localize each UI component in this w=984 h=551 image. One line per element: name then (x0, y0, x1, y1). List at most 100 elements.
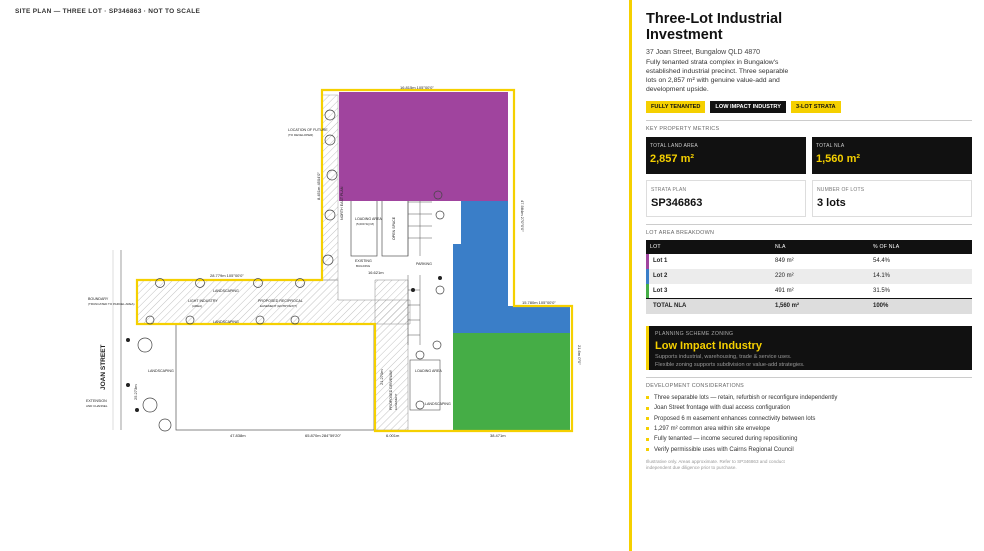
tag-row: FULLY TENANTED LOW IMPACT INDUSTRY 3-LOT… (646, 100, 972, 113)
parking-bays (407, 190, 432, 345)
metric-nla: TOTAL NLA 1,560 m² (812, 136, 972, 174)
tag-zoning: LOW IMPACT INDUSTRY (710, 100, 786, 113)
section-divider (646, 119, 972, 121)
zoning-line-1: Supports industrial, warehousing, trade … (655, 353, 792, 360)
label-loading-sub: (5,000 SQ M) (356, 222, 374, 226)
bullet-icon (646, 396, 649, 400)
table-header-row: LOT NLA % OF NLA (646, 239, 972, 254)
consideration-text: 1,297 m² common area within site envelop… (654, 425, 771, 432)
table-row: Lot 2 220 m² 14.1% (646, 268, 972, 284)
lot-3-area (453, 333, 570, 430)
label-easement: LIGHT INDUSTRY (188, 299, 218, 303)
label-west-note: BOUNDARY (88, 297, 109, 301)
open-space-block (175, 323, 375, 431)
label-open-space: OPEN SPACE (392, 216, 396, 240)
lots-heading: LOT AREA BREAKDOWN (646, 229, 715, 236)
bullet-icon (646, 406, 649, 410)
dim-vertical-left-up: 8.451m 4504'0" (316, 172, 321, 200)
dim-bottom-left: 47.838m (230, 433, 246, 438)
label-proposed-sub: EASEMENT (ENTRY/EXIT) (260, 304, 297, 308)
label-ext-1-sub: AND CHANNEL (86, 404, 108, 408)
bullet-icon (646, 427, 649, 431)
lot-2-swatch (646, 268, 649, 284)
label-loading: LOADING AREA (355, 217, 382, 221)
table-row: Lot 3 491 m² 31.5% (646, 283, 972, 299)
dim-bottom-mid: 65.870m 284°59'20" (305, 433, 342, 438)
street-label: JOAN STREET (100, 344, 107, 390)
bullet-icon (646, 417, 649, 421)
metric-value: 3 lots (817, 196, 846, 209)
col-nla: NLA (771, 239, 869, 254)
dim-east-lower: 21.6m 0°0" (577, 345, 582, 365)
dim-east-upper: 47.984m 270°0'0" (520, 200, 525, 232)
lot-1-swatch (646, 253, 649, 269)
label-top-note: LOCATION OF FUTURE (288, 128, 328, 132)
label-top-note-sub: (TO DEVELOPER) (288, 133, 313, 137)
label-easement-sub: (AREA) (192, 304, 202, 308)
label-west-note-sub: (TRUNCATED TO PARCEL AREA) (88, 302, 135, 306)
metric-strata-plan: STRATA PLAN SP346863 (646, 179, 806, 217)
bullet-icon (646, 437, 649, 441)
dim-right-step: 15.780m 105°00'0" (522, 300, 556, 305)
lot-breakdown-table: LOT NLA % OF NLA Lot 1 849 m² 54.4% Lot … (646, 239, 972, 314)
metrics-heading: KEY PROPERTY METRICS (646, 125, 720, 132)
lot-name: Lot 3 (653, 287, 668, 294)
list-item: Fully tenanted — income secured during r… (646, 434, 972, 444)
dim-inner: 16.621m (368, 270, 384, 275)
consideration-text: Fully tenanted — income secured during r… (654, 436, 798, 443)
zoning-label: PLANNING SCHEME ZONING (655, 330, 734, 337)
dim-left-north: 28.779m 105°00'0" (210, 273, 244, 278)
list-item: 1,297 m² common area within site envelop… (646, 424, 972, 434)
consideration-text: Joan Street frontage with dual access co… (654, 405, 791, 412)
metric-label: NUMBER OF LOTS (817, 186, 865, 193)
zoning-title: Low Impact Industry (655, 339, 762, 352)
property-description: Fully tenanted strata complex in Bungalo… (646, 58, 789, 94)
zoning-line-2: Flexible zoning supports subdivision or … (655, 361, 805, 368)
label-landscaping-2: LANDSCAPING (213, 320, 239, 324)
consideration-text: Proposed 6 m easement enhances connectiv… (654, 415, 816, 422)
list-item: Proposed 6 m easement enhances connectiv… (646, 413, 972, 423)
total-nla: 1,560 m² (771, 298, 869, 314)
lot-name: Lot 1 (653, 258, 668, 265)
total-label: TOTAL NLA (646, 298, 771, 314)
property-address: 37 Joan Street, Bungalow QLD 4870 (646, 48, 761, 56)
lot-pct: 14.1% (869, 268, 972, 284)
label-proposed: PROPOSED RECIPROCAL (258, 299, 303, 303)
page-title: Three-Lot Industrial Investment (646, 11, 783, 43)
tag-strata: 3-LOT STRATA (791, 100, 841, 113)
consideration-text: Verify permissible uses with Cairns Regi… (654, 446, 794, 453)
info-panel: Three-Lot Industrial Investment 37 Joan … (632, 0, 984, 551)
lot-nla: 491 m² (775, 287, 794, 294)
lot-nla: 220 m² (771, 268, 869, 284)
lot-2-area (453, 201, 570, 333)
lot-pct: 31.5% (873, 287, 891, 294)
label-driveway: PROPOSED DRIVEWAY (389, 369, 393, 410)
metric-value: SP346863 (651, 196, 703, 209)
disclaimer: Illustrative only. Areas approximate. Re… (646, 458, 785, 471)
zoning-card: PLANNING SCHEME ZONING Low Impact Indust… (646, 325, 972, 370)
list-item: Verify permissible uses with Cairns Regi… (646, 445, 972, 455)
lot-name-cell: Lot 1 (646, 253, 771, 269)
label-existing: EXISTING (355, 259, 372, 263)
label-landscaping-4: LANDSCAPING (425, 402, 451, 406)
total-pct: 100% (869, 298, 972, 314)
list-item: Three separable lots — retain, refurbish… (646, 393, 972, 403)
dim-vertical-west: 25.273m (133, 384, 138, 400)
considerations-heading: DEVELOPMENT CONSIDERATIONS (646, 382, 745, 389)
metric-value: 1,560 m² (816, 152, 861, 165)
dim-vertical-mid: 21.270m (379, 369, 384, 385)
metric-land-area: TOTAL LAND AREA 2,857 m² (646, 136, 806, 174)
label-existing-sub: BUILDING (356, 264, 371, 268)
metric-label: TOTAL NLA (816, 142, 845, 149)
label-ext-1: EXTENSION (86, 399, 107, 403)
col-pct: % OF NLA (869, 239, 972, 254)
section-divider (646, 376, 972, 378)
dim-bottom-right: 38.471m (490, 433, 506, 438)
lot-name: Lot 2 (653, 273, 668, 280)
label-landscaping-3: LANDSCAPING (148, 369, 174, 373)
site-plan-area: SITE PLAN — THREE LOT · SP346863 · NOT T… (0, 0, 630, 551)
site-plan-drawing: 16.815m 105°00'0" 28.779m 105°00'0" 47.9… (86, 85, 582, 438)
list-item: Joan Street frontage with dual access co… (646, 403, 972, 413)
lot-pct: 54.4% (873, 258, 891, 265)
metrics-grid: TOTAL LAND AREA 2,857 m² TOTAL NLA 1,560… (646, 136, 972, 217)
